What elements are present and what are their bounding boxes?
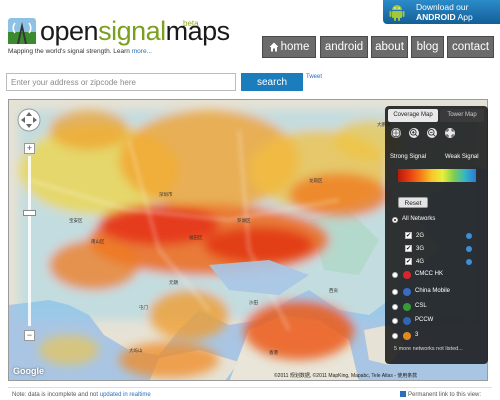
map-zoom-slider[interactable] <box>28 156 31 326</box>
map-label: 南山区 <box>91 239 105 244</box>
map-label: 西贡 <box>329 288 338 293</box>
banner-app-word: App <box>457 12 473 22</box>
signal-strength-legend-bar <box>398 169 476 182</box>
operator-label-cmcc-hk: CMCC HK <box>415 271 443 277</box>
nav-home-label: home <box>280 41 310 53</box>
fullscreen-icon[interactable] <box>445 128 455 138</box>
realtime-link[interactable]: updated in realtime <box>100 392 151 398</box>
operator-radio-pccw[interactable] <box>392 318 398 324</box>
operator-label-3: 3 <box>415 332 419 338</box>
map-label: 香港 <box>269 350 278 355</box>
china-mobile-operator-icon <box>403 288 411 296</box>
banner-line1: Download our <box>416 2 469 12</box>
2g-checkbox[interactable]: ✔ <box>405 232 412 239</box>
data-note: Note: data is incomplete and not updated… <box>12 392 151 398</box>
map-zoom-out-button[interactable]: − <box>24 330 35 341</box>
tweet-link[interactable]: Tweet <box>306 74 322 80</box>
android-robot-icon <box>389 5 405 21</box>
data-note-text: Note: data is incomplete and not <box>12 392 99 398</box>
page: opensignalmaps beta Mapping the world's … <box>0 0 500 400</box>
operator-label-china-mobile: China Mobile <box>415 288 451 294</box>
3g-label: 3G <box>416 246 425 252</box>
csl-operator-icon <box>403 303 411 311</box>
android-app-banner[interactable]: Download our ANDROID App <box>383 0 500 24</box>
map-label: 深圳市 <box>159 192 173 197</box>
tagline-text: Mapping the world's signal strength. Lea… <box>8 48 130 55</box>
operator-radio-3[interactable] <box>392 333 398 339</box>
map-label: 宝安区 <box>69 218 83 223</box>
nav-android-button[interactable]: android <box>320 36 368 58</box>
4g-label: 4G <box>416 259 425 265</box>
globe-icon[interactable] <box>391 128 401 138</box>
3g-info-icon[interactable] <box>466 246 472 252</box>
operator-radio-cmcc-hk[interactable] <box>392 272 398 278</box>
nav-contact-button[interactable]: contact <box>447 36 494 58</box>
map-label: 沙田 <box>249 300 258 305</box>
reset-button[interactable]: Reset <box>398 197 428 208</box>
all-networks-radio[interactable] <box>392 217 398 223</box>
map-label: 大屿山 <box>129 348 143 353</box>
legend-strong-label: Strong Signal <box>390 154 427 160</box>
learn-more-link[interactable]: more... <box>132 48 152 55</box>
zoom-out-magnifier-icon[interactable] <box>427 128 437 138</box>
more-networks-link[interactable]: 5 more networks not listed... <box>394 346 463 352</box>
map-copyright[interactable]: ©2011 规划数据, ©2011 MapKing, Mapabc, Tele … <box>274 372 417 379</box>
address-search-input[interactable] <box>6 73 236 91</box>
4g-info-icon[interactable] <box>466 259 472 265</box>
site-title[interactable]: opensignalmaps <box>40 16 230 46</box>
legend-weak-label: Weak Signal <box>445 154 479 160</box>
banner-line2: ANDROID App <box>416 12 473 22</box>
beta-badge: beta <box>183 19 199 28</box>
permalink[interactable]: Permanent link to this view: <box>400 391 481 398</box>
tab-tower-map[interactable]: Tower Map <box>440 109 484 122</box>
permalink-label: Permanent link to this view: <box>408 392 482 398</box>
operator-radio-csl[interactable] <box>392 304 398 310</box>
all-networks-label: All Networks <box>402 216 436 222</box>
footer-divider <box>8 387 492 388</box>
operator-label-pccw: PCCW <box>415 317 434 323</box>
link-icon <box>400 391 406 397</box>
map-zoom-in-button[interactable]: + <box>24 143 35 154</box>
operator-label-csl: CSL <box>415 303 427 309</box>
3g-checkbox[interactable]: ✔ <box>405 245 412 252</box>
zoom-in-magnifier-icon[interactable] <box>409 128 419 138</box>
search-button[interactable]: search <box>241 73 303 91</box>
nav-about-button[interactable]: about <box>371 36 408 58</box>
map-label: 屯门 <box>139 305 148 310</box>
map-pan-control[interactable] <box>17 108 41 132</box>
site-title-part1: open <box>40 16 99 46</box>
site-title-part2: signal <box>98 16 166 46</box>
map-label: 元朗 <box>169 280 178 285</box>
tab-coverage-map[interactable]: Coverage Map <box>388 109 438 122</box>
google-logo: Google <box>13 366 44 376</box>
nav-home-button[interactable]: home <box>262 36 316 58</box>
home-icon <box>269 42 279 52</box>
cmcc-hk-operator-icon <box>403 271 411 279</box>
pccw-operator-icon <box>403 317 411 325</box>
map-control-panel: Coverage Map Tower Map Strong Signal Wea… <box>385 106 488 364</box>
map-label: 龙岗区 <box>309 178 323 183</box>
nav-blog-button[interactable]: blog <box>411 36 444 58</box>
tagline: Mapping the world's signal strength. Lea… <box>8 48 152 55</box>
map-label: 罗湖区 <box>237 218 251 223</box>
map-zoom-slider-thumb[interactable] <box>23 210 36 216</box>
4g-checkbox[interactable]: ✔ <box>405 258 412 265</box>
operator-radio-china-mobile[interactable] <box>392 289 398 295</box>
three-operator-icon <box>403 332 411 340</box>
signal-tower-logo-icon[interactable] <box>6 14 38 48</box>
2g-label: 2G <box>416 233 425 239</box>
banner-android-word: ANDROID <box>416 12 456 22</box>
2g-info-icon[interactable] <box>466 233 472 239</box>
map-label: 福田区 <box>189 235 203 240</box>
